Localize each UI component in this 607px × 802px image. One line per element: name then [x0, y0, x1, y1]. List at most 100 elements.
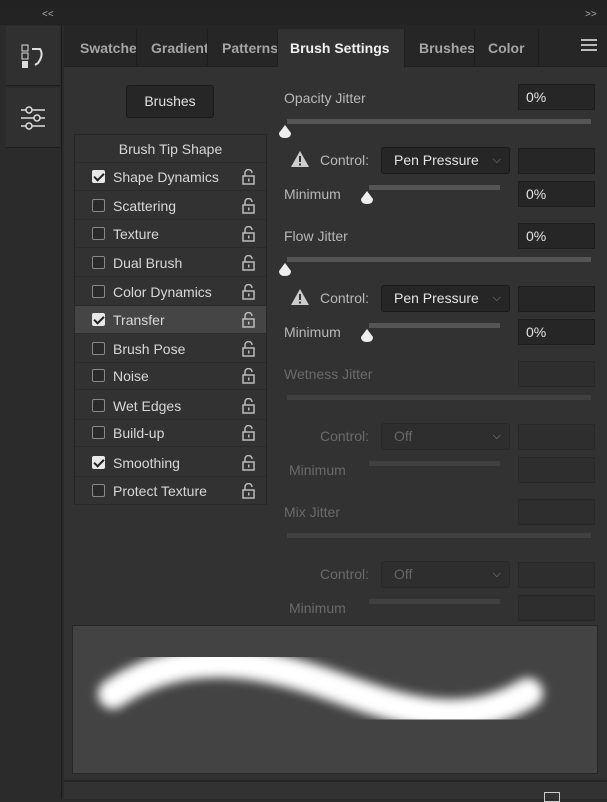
minimum-label: Minimum [289, 462, 346, 478]
brush-option-item[interactable]: Brush Pose [75, 335, 266, 363]
adjustments-panel-button[interactable] [6, 88, 60, 148]
brush-option-item[interactable]: Smoothing [75, 449, 266, 477]
lock-icon[interactable] [242, 367, 255, 384]
flow-jitter-label: Flow Jitter [284, 228, 348, 244]
dropdown-value: Off [394, 428, 413, 444]
brush-option-item[interactable]: Texture [75, 220, 266, 248]
control-label: Control: [320, 290, 370, 306]
tab-gradients[interactable]: Gradients [137, 29, 208, 67]
option-checkbox[interactable] [92, 285, 105, 298]
opacity-jitter-label: Opacity Jitter [284, 90, 366, 106]
warning-icon [291, 151, 309, 167]
panel-menu-icon[interactable] [581, 39, 597, 51]
option-checkbox[interactable] [92, 369, 105, 382]
warning-icon [291, 289, 309, 305]
lock-icon[interactable] [242, 340, 255, 357]
lock-icon[interactable] [242, 454, 255, 471]
slider-thumb[interactable] [360, 190, 374, 204]
flow-minimum-input[interactable]: 0% [518, 319, 595, 345]
option-checkbox[interactable] [92, 256, 105, 269]
flow-control-dropdown[interactable]: Pen Pressure ⌵ [381, 285, 510, 312]
option-checkbox[interactable] [92, 426, 105, 439]
option-label: Dual Brush [113, 254, 183, 271]
brush-option-item[interactable]: Transfer [75, 306, 266, 334]
option-checkbox[interactable] [92, 342, 105, 355]
option-label: Shape Dynamics [113, 168, 219, 185]
tab-swatches[interactable]: Swatches [66, 29, 137, 67]
tab-bar: Swatches Gradients Patterns Brush Settin… [64, 25, 607, 68]
tab-patterns[interactable]: Patterns [208, 29, 278, 67]
collapse-left-button[interactable]: << [42, 9, 54, 20]
lock-icon[interactable] [242, 254, 255, 271]
brush-option-item[interactable]: Wet Edges [75, 392, 266, 420]
opacity-jitter-slider[interactable] [287, 119, 591, 124]
wetness-jitter-label: Wetness Jitter [284, 366, 373, 382]
option-checkbox[interactable] [92, 227, 105, 240]
option-checkbox[interactable] [92, 484, 105, 497]
brush-stroke-preview [72, 625, 598, 774]
option-label: Build-up [113, 424, 165, 441]
lock-icon[interactable] [242, 283, 255, 300]
history-icon [21, 44, 43, 68]
wetness-minimum-slider [369, 461, 500, 466]
mix-minimum-input [518, 595, 595, 621]
lock-icon[interactable] [242, 311, 255, 328]
brush-option-item[interactable]: Noise [75, 362, 266, 390]
mix-jitter-label: Mix Jitter [284, 504, 340, 520]
expand-right-button[interactable]: >> [585, 9, 597, 20]
new-brush-icon[interactable] [544, 792, 560, 802]
bottom-bar [64, 780, 607, 802]
brushes-button[interactable]: Brushes [126, 85, 214, 118]
mix-jitter-input [518, 499, 595, 525]
control-label: Control: [320, 152, 370, 168]
slider-thumb[interactable] [278, 262, 292, 276]
lock-icon[interactable] [242, 225, 255, 242]
sliders-icon [21, 105, 45, 130]
brush-option-item[interactable]: Protect Texture [75, 477, 266, 505]
wetness-minimum-input [518, 457, 595, 483]
brush-tip-shape-item[interactable]: Brush Tip Shape [75, 135, 266, 163]
history-panel-button[interactable] [6, 26, 60, 86]
opacity-minimum-slider[interactable] [369, 185, 500, 190]
option-checkbox[interactable] [92, 313, 105, 326]
opacity-control-dropdown[interactable]: Pen Pressure ⌵ [381, 147, 510, 174]
lock-icon[interactable] [242, 397, 255, 414]
flow-jitter-slider[interactable] [287, 257, 591, 262]
brush-option-item[interactable]: Build-up [75, 419, 266, 447]
collapse-bar: << >> [0, 8, 607, 25]
lock-icon[interactable] [242, 168, 255, 185]
opacity-jitter-input[interactable]: 0% [518, 84, 595, 110]
opacity-minimum-input[interactable]: 0% [518, 181, 595, 207]
option-label: Noise [113, 367, 149, 384]
option-checkbox[interactable] [92, 456, 105, 469]
control-label: Control: [320, 428, 370, 444]
option-checkbox[interactable] [92, 199, 105, 212]
tab-brushes[interactable]: Brushes [405, 29, 475, 67]
option-checkbox[interactable] [92, 170, 105, 183]
option-label: Smoothing [113, 454, 180, 471]
chevron-down-icon: ⌵ [492, 568, 501, 580]
brush-stroke-image [98, 647, 543, 730]
lock-icon[interactable] [242, 197, 255, 214]
wetness-jitter-slider [287, 395, 591, 400]
slider-thumb[interactable] [360, 328, 374, 342]
option-label: Protect Texture [113, 482, 207, 499]
flow-minimum-slider[interactable] [369, 323, 500, 328]
chevron-down-icon: ⌵ [492, 154, 501, 166]
brush-option-item[interactable]: Dual Brush [75, 249, 266, 277]
lock-icon[interactable] [242, 482, 255, 499]
tab-brush-settings[interactable]: Brush Settings [278, 29, 405, 68]
option-label: Wet Edges [113, 397, 182, 414]
brush-option-item[interactable]: Scattering [75, 192, 266, 220]
wetness-control-dropdown: Off ⌵ [381, 423, 510, 450]
slider-thumb[interactable] [278, 124, 292, 138]
option-label: Scattering [113, 197, 177, 214]
flow-jitter-input[interactable]: 0% [518, 223, 595, 249]
lock-icon[interactable] [242, 424, 255, 441]
brush-option-item[interactable]: Color Dynamics [75, 278, 266, 306]
tab-color[interactable]: Color [475, 29, 539, 67]
brush-options-list: Brush Tip Shape Shape Dynamics Scattering… [74, 134, 267, 505]
brush-option-item[interactable]: Shape Dynamics [75, 163, 266, 191]
mix-jitter-slider [287, 533, 591, 538]
option-checkbox[interactable] [92, 399, 105, 412]
